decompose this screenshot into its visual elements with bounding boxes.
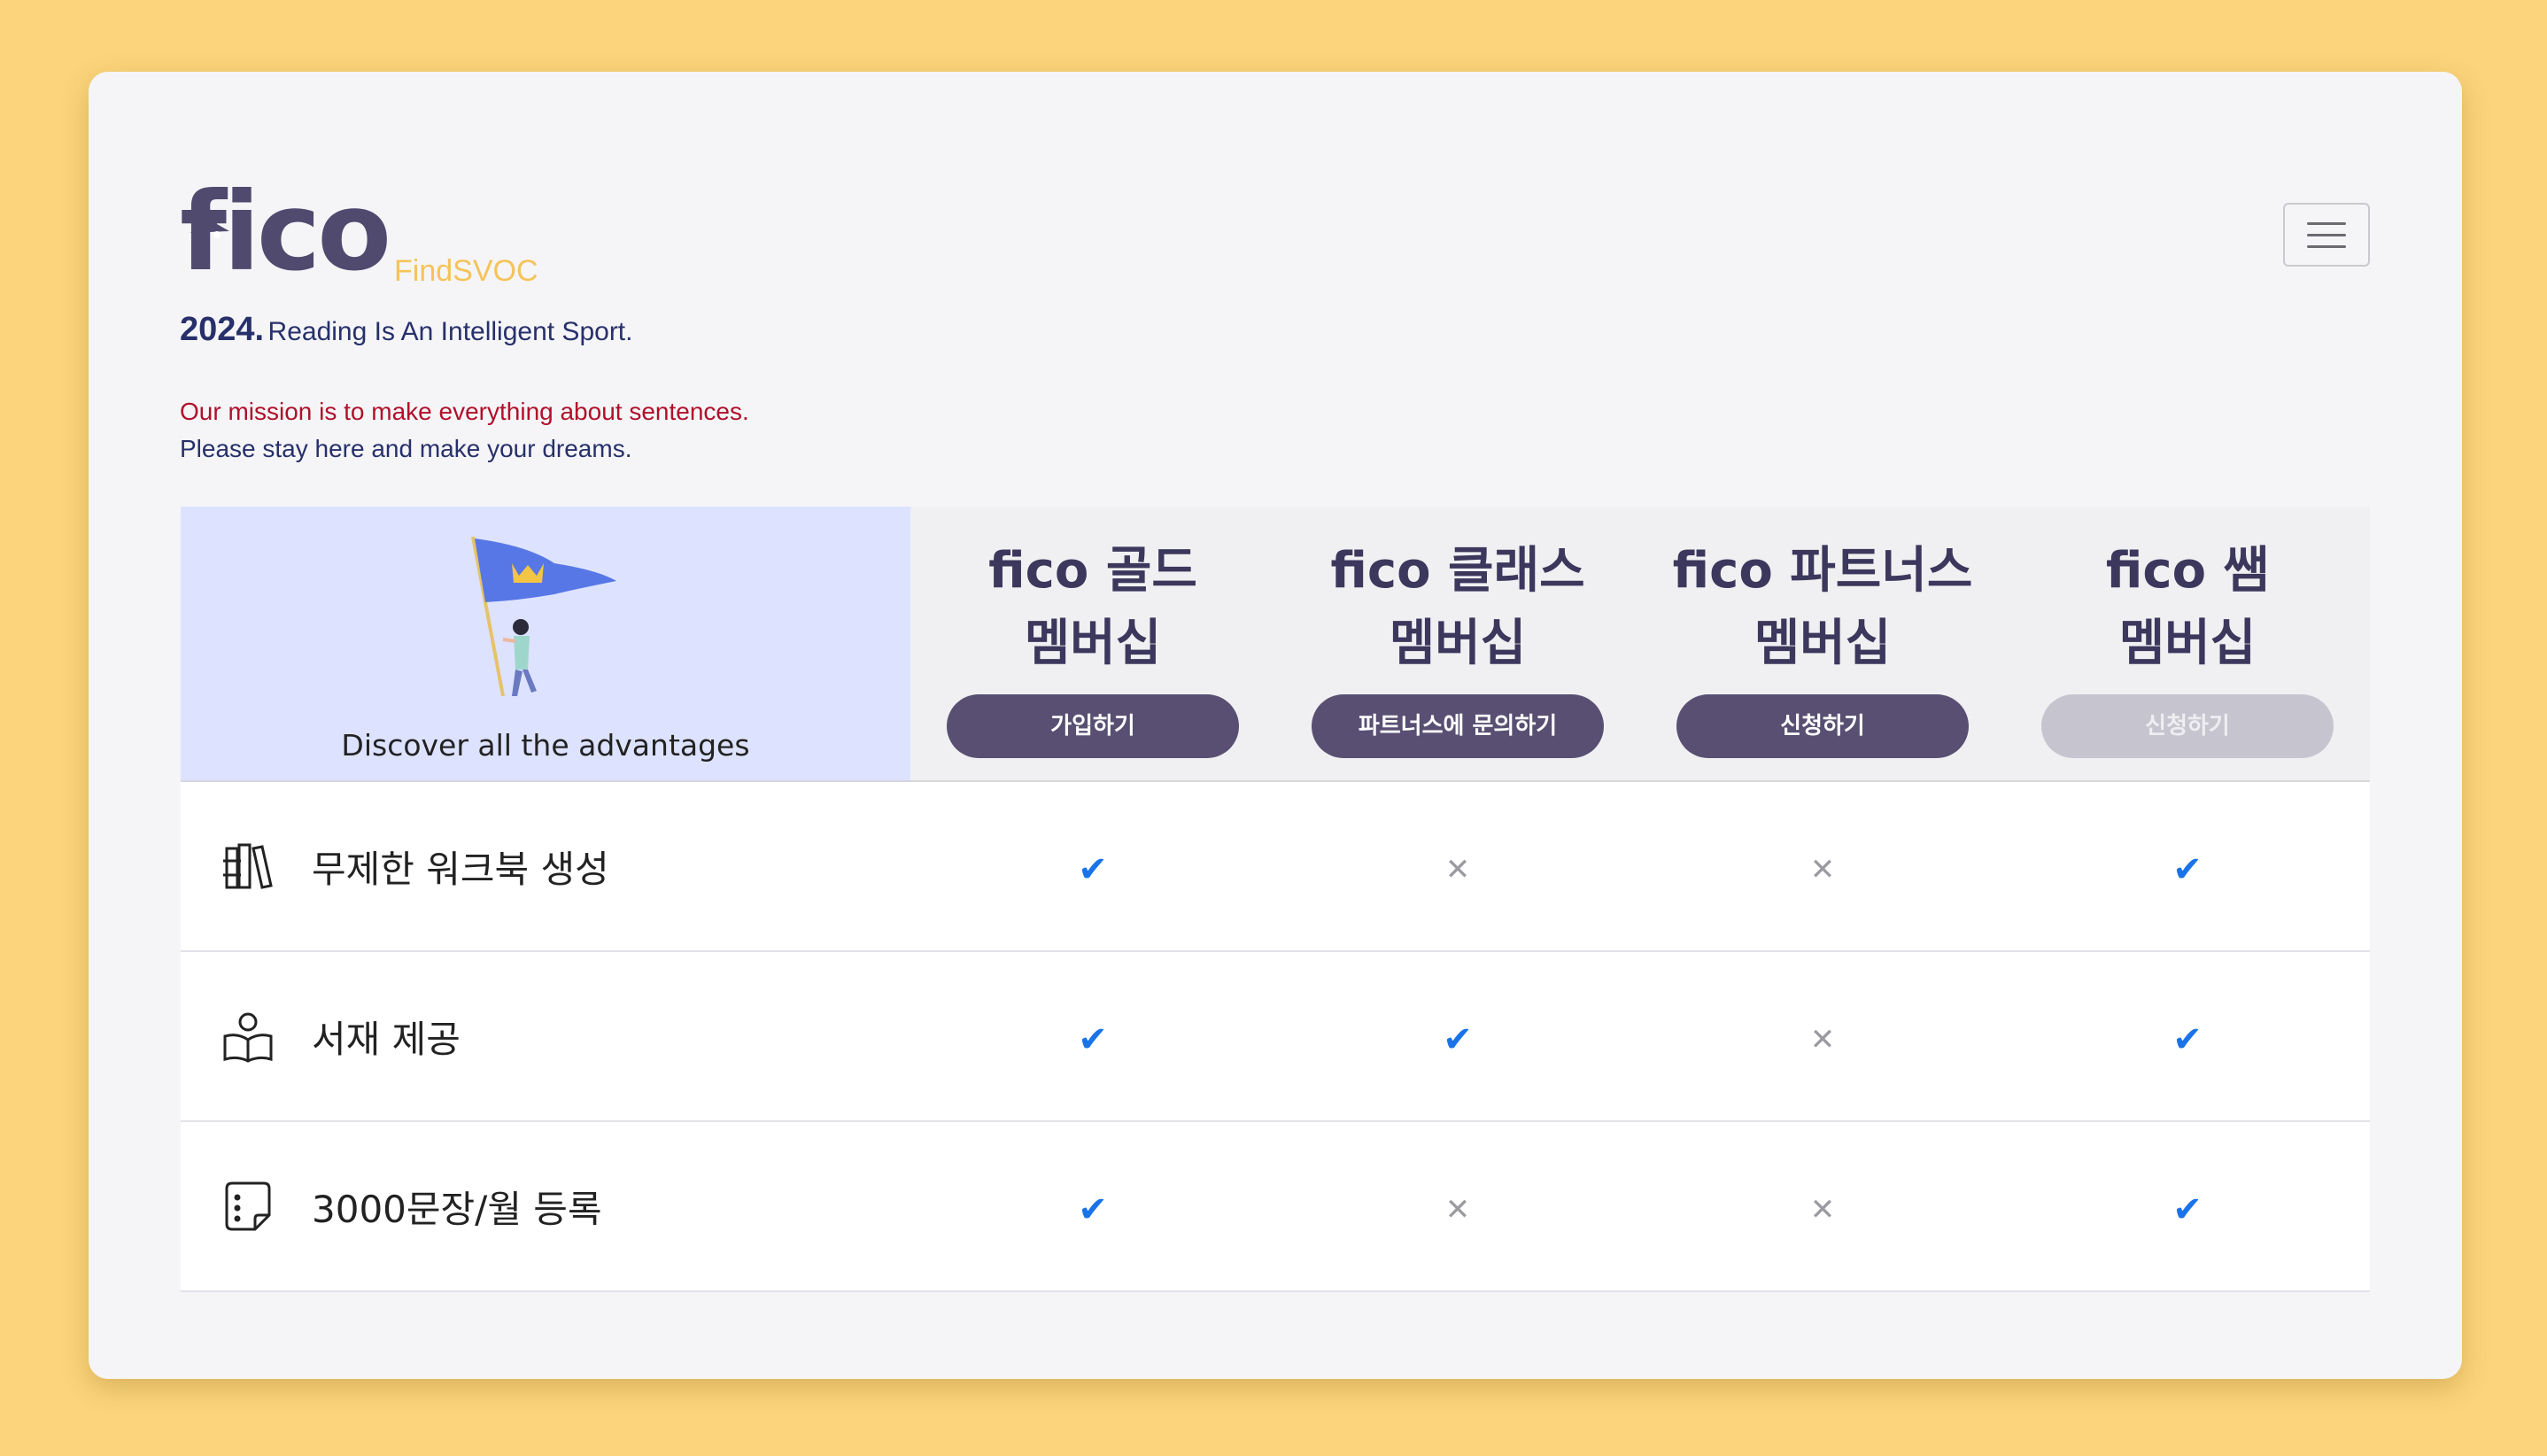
tagline: 2024. Reading Is An Intelligent Sport. (180, 311, 632, 349)
feature-cell: 3000문장/월 등록 (181, 1178, 910, 1235)
table-row: 서재 제공 ✔ ✔ ✕ ✔ (181, 952, 2370, 1122)
flag-bearer-illustration-icon (471, 536, 616, 697)
feature-cell: 서재 제공 (181, 1008, 910, 1065)
plan-gold-name: fico 골드 멤버십 (988, 542, 1197, 672)
stay-text: Please stay here and make your dreams. (180, 435, 632, 462)
cross-icon: ✕ (1809, 852, 1836, 887)
cross-icon: ✕ (1444, 1192, 1471, 1228)
cross-icon: ✕ (1809, 1022, 1836, 1057)
check-icon: ✔ (2172, 1019, 2202, 1060)
plan-class: fico 클래스 멤버십 파트너스에 문의하기 (1275, 507, 1640, 780)
table-header: Discover all the advantages fico 골드 멤버십 … (181, 507, 2370, 782)
plan-gold-join-button[interactable]: 가입하기 (947, 694, 1239, 758)
plan-gold: fico 골드 멤버십 가입하기 (910, 507, 1275, 780)
advantages-heading: Discover all the advantages (341, 728, 750, 763)
table-row: 3000문장/월 등록 ✔ ✕ ✕ ✔ (181, 1122, 2370, 1292)
plan-partners-name: fico 파트너스 멤버십 (1672, 542, 1973, 672)
check-icon: ✔ (1443, 1019, 1473, 1060)
check-icon: ✔ (2172, 1189, 2202, 1230)
plan-partners-apply-button[interactable]: 신청하기 (1676, 694, 1969, 758)
plan-ssam-name: fico 쌤 멤버십 (2105, 542, 2270, 672)
mission-text: Our mission is to make everything about … (180, 398, 749, 425)
feature-label: 서재 제공 (312, 1017, 461, 1061)
plan-ssam-apply-button: 신청하기 (2041, 694, 2334, 758)
books-icon (223, 843, 273, 889)
tagline-motto: Reading Is An Intelligent Sport. (267, 317, 633, 346)
main-card: fico FindSVOC 2024. Reading Is An Intell… (89, 72, 2462, 1379)
cross-icon: ✕ (1809, 1192, 1836, 1228)
logo-subtitle: FindSVOC (394, 254, 538, 288)
check-icon: ✔ (1078, 1019, 1108, 1060)
check-icon: ✔ (2172, 849, 2202, 890)
hamburger-menu-icon (2307, 221, 2346, 225)
note-icon (225, 1181, 271, 1231)
feature-label: 3000문장/월 등록 (312, 1187, 602, 1231)
feature-label: 무제한 워크북 생성 (312, 847, 609, 891)
table-row: 무제한 워크북 생성 ✔ ✕ ✕ ✔ (181, 782, 2370, 952)
tagline-year: 2024. (180, 311, 265, 348)
advantages-header-cell: Discover all the advantages (181, 507, 910, 780)
membership-comparison-table: Discover all the advantages fico 골드 멤버십 … (181, 507, 2370, 1292)
plan-ssam: fico 쌤 멤버십 신청하기 (2005, 507, 2370, 780)
reader-icon (223, 1012, 273, 1063)
plan-partners: fico 파트너스 멤버십 신청하기 (1640, 507, 2005, 780)
logo-word: fico (180, 169, 391, 295)
plan-class-name: fico 클래스 멤버십 (1330, 542, 1585, 672)
menu-toggle-button[interactable] (2283, 203, 2370, 267)
check-icon: ✔ (1078, 849, 1108, 890)
plan-class-contact-button[interactable]: 파트너스에 문의하기 (1312, 694, 1604, 758)
cross-icon: ✕ (1444, 852, 1471, 887)
check-icon: ✔ (1078, 1189, 1108, 1230)
feature-cell: 무제한 워크북 생성 (181, 838, 910, 895)
